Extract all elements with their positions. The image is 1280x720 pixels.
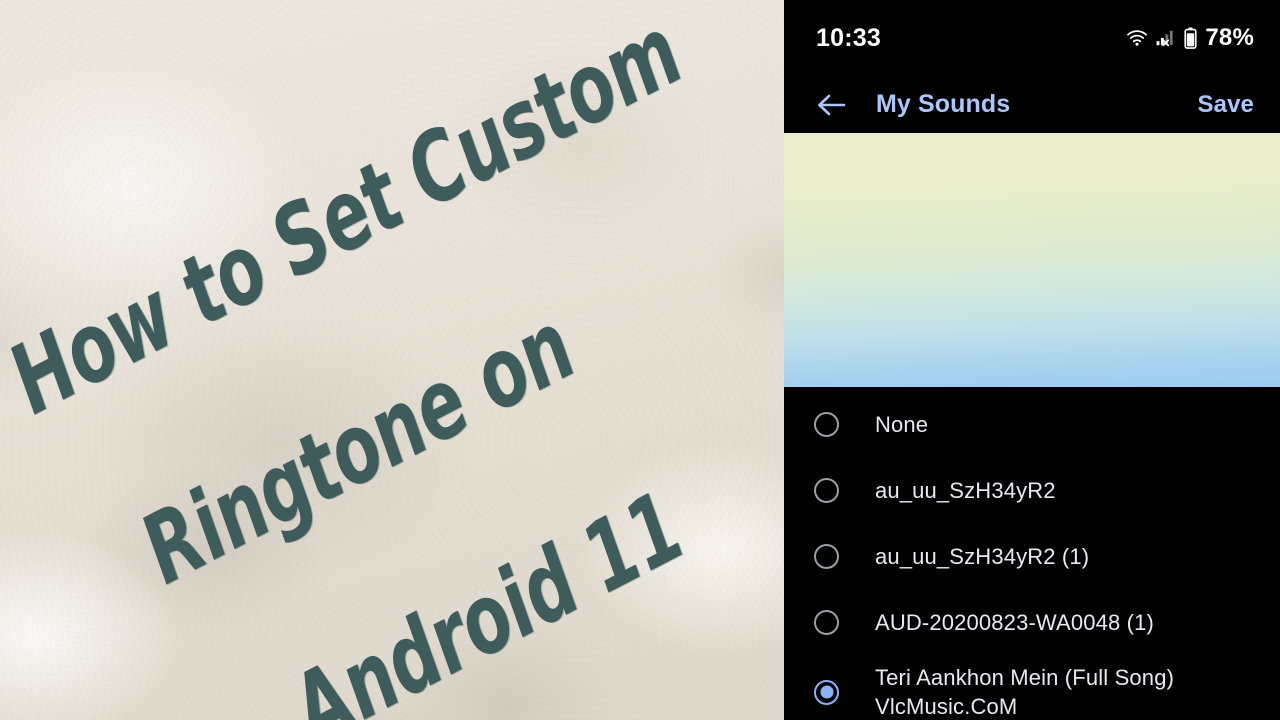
cellular-no-sim-icon bbox=[1155, 29, 1177, 47]
sound-list-item-label: au_uu_SzH34yR2 (1) bbox=[875, 543, 1090, 569]
radio-button-unselected-icon[interactable] bbox=[814, 477, 839, 503]
sound-list: None au_uu_SzH34yR2 au_uu_SzH34yR2 (1) A… bbox=[784, 387, 1280, 720]
sound-list-item-selected[interactable]: Teri Aankhon Mein (Full Song) VlcMusic.C… bbox=[784, 655, 1280, 720]
android-phone-screen: 10:33 78% My Sounds Save None au_uu_SzH3… bbox=[784, 0, 1280, 720]
app-action-bar: My Sounds Save bbox=[784, 76, 1280, 133]
battery-percent-label: 78% bbox=[1205, 24, 1254, 51]
sound-list-item[interactable]: AUD-20200823-WA0048 (1) bbox=[784, 589, 1280, 655]
sound-list-item[interactable]: au_uu_SzH34yR2 (1) bbox=[784, 523, 1280, 589]
thumbnail-title: How to Set Custom Ringtone on Android 11 bbox=[0, 0, 784, 720]
status-bar: 10:33 78% bbox=[784, 0, 1280, 76]
radio-button-unselected-icon[interactable] bbox=[814, 543, 839, 569]
video-thumbnail-panel: How to Set Custom Ringtone on Android 11 bbox=[0, 0, 784, 720]
sound-list-item[interactable]: au_uu_SzH34yR2 bbox=[784, 457, 1280, 523]
status-bar-icons: 78% bbox=[1126, 24, 1254, 52]
sound-list-item-label: None bbox=[875, 411, 929, 437]
radio-button-selected-icon[interactable] bbox=[814, 679, 839, 705]
wifi-icon bbox=[1126, 29, 1148, 47]
save-button[interactable]: Save bbox=[1198, 91, 1254, 119]
back-arrow-icon[interactable] bbox=[814, 88, 848, 122]
radio-button-unselected-icon[interactable] bbox=[814, 609, 839, 635]
page-title: My Sounds bbox=[876, 90, 1011, 118]
status-bar-clock: 10:33 bbox=[816, 23, 881, 52]
thumbnail-title-line-1: How to Set Custom bbox=[0, 0, 699, 436]
sound-list-item-label: AUD-20200823-WA0048 (1) bbox=[875, 609, 1154, 635]
sound-list-item-label: au_uu_SzH34yR2 bbox=[875, 477, 1056, 503]
sound-preview-banner bbox=[784, 133, 1280, 387]
screenshot-root: How to Set Custom Ringtone on Android 11… bbox=[0, 0, 1280, 720]
sound-list-item-label: Teri Aankhon Mein (Full Song) VlcMusic.C… bbox=[875, 665, 1175, 719]
radio-button-unselected-icon[interactable] bbox=[814, 411, 839, 437]
sound-list-item[interactable]: None bbox=[784, 391, 1280, 457]
battery-icon bbox=[1184, 27, 1197, 49]
